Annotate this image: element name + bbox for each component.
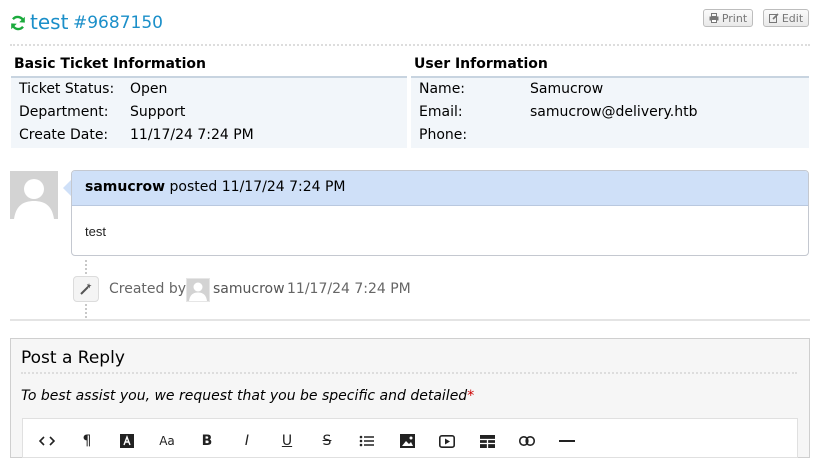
underline-icon: U xyxy=(281,433,293,449)
editor-toolbar: ¶ Aa B I U S xyxy=(22,418,798,458)
reply-hint-text: To best assist you, we request that you … xyxy=(21,388,468,404)
magic-wand-icon xyxy=(80,283,92,295)
print-label: Print xyxy=(721,11,748,25)
printer-icon xyxy=(709,13,719,23)
text-color-icon xyxy=(120,434,134,448)
phone-label: Phone: xyxy=(419,127,468,143)
strikethrough-button[interactable]: S xyxy=(313,431,341,451)
paragraph-button[interactable]: ¶ xyxy=(73,431,101,451)
department-label: Department: xyxy=(19,104,109,120)
create-date-value: 11/17/24 7:24 PM xyxy=(130,127,254,143)
font-size-icon: Aa xyxy=(159,434,175,448)
thread-entry-date: 11/17/24 7:24 PM xyxy=(221,179,346,195)
bubble-arrow xyxy=(63,180,71,196)
ticket-status-label: Ticket Status: xyxy=(19,81,115,97)
print-button[interactable]: Print xyxy=(703,9,753,27)
header-divider xyxy=(10,44,810,46)
email-value: samucrow@delivery.htb xyxy=(530,104,698,120)
event-icon-box xyxy=(73,276,99,302)
event-prefix: Created by xyxy=(109,281,187,297)
edit-button[interactable]: Edit xyxy=(763,9,809,27)
video-icon xyxy=(439,434,455,448)
ticket-number: #9687150 xyxy=(73,13,163,33)
font-size-button[interactable]: Aa xyxy=(153,431,181,451)
ticket-subject-link[interactable]: test xyxy=(30,10,68,34)
reply-title: Post a Reply xyxy=(21,348,125,368)
horizontal-rule-icon xyxy=(559,440,575,442)
image-button[interactable] xyxy=(393,431,421,451)
table-button[interactable] xyxy=(473,431,501,451)
name-label: Name: xyxy=(419,81,466,97)
email-label: Email: xyxy=(419,104,463,120)
name-value: Samucrow xyxy=(530,81,604,97)
create-date-label: Create Date: xyxy=(19,127,109,143)
thread-entry-poster: samucrow posted 11/17/24 7:24 PM xyxy=(85,179,346,195)
thread-entry-posted-word: posted xyxy=(169,179,218,195)
bold-button[interactable]: B xyxy=(193,431,221,451)
avatar xyxy=(10,171,58,219)
horizontal-rule-button[interactable] xyxy=(553,431,581,451)
strikethrough-icon: S xyxy=(322,433,332,449)
thread-entry-body: test xyxy=(85,224,106,239)
user-info-title: User Information xyxy=(414,56,548,72)
link-button[interactable] xyxy=(513,431,541,451)
video-button[interactable] xyxy=(433,431,461,451)
edit-label: Edit xyxy=(781,11,804,25)
code-icon xyxy=(39,436,55,446)
thread-entry-header: samucrow posted 11/17/24 7:24 PM xyxy=(72,171,808,206)
avatar xyxy=(186,278,210,302)
thread-entry-author: samucrow xyxy=(85,179,166,195)
code-button[interactable] xyxy=(33,431,61,451)
timeline-connector xyxy=(85,260,87,274)
italic-button[interactable]: I xyxy=(233,431,261,451)
edit-icon xyxy=(768,13,779,23)
image-icon xyxy=(399,434,415,448)
list-icon xyxy=(359,435,374,447)
user-silhouette-icon xyxy=(187,279,209,301)
timeline-connector xyxy=(85,304,87,318)
italic-icon: I xyxy=(244,433,250,449)
department-value: Support xyxy=(130,104,186,120)
reply-hint: To best assist you, we request that you … xyxy=(21,388,474,404)
bold-icon: B xyxy=(201,433,213,449)
user-silhouette-icon xyxy=(10,171,58,219)
thread-divider xyxy=(10,319,810,321)
table-icon xyxy=(479,434,495,448)
reply-divider xyxy=(21,372,797,374)
basic-info-title: Basic Ticket Information xyxy=(14,56,206,72)
thread-entry: samucrow posted 11/17/24 7:24 PM test xyxy=(71,170,809,256)
list-button[interactable] xyxy=(353,431,381,451)
ticket-status-value: Open xyxy=(130,81,168,97)
text-color-button[interactable] xyxy=(113,431,141,451)
underline-button[interactable]: U xyxy=(273,431,301,451)
event-user: samucrow xyxy=(213,281,285,297)
event-date: 11/17/24 7:24 PM xyxy=(287,281,411,297)
paragraph-icon: ¶ xyxy=(82,433,92,449)
refresh-icon[interactable] xyxy=(10,15,26,31)
required-marker: * xyxy=(467,388,475,404)
